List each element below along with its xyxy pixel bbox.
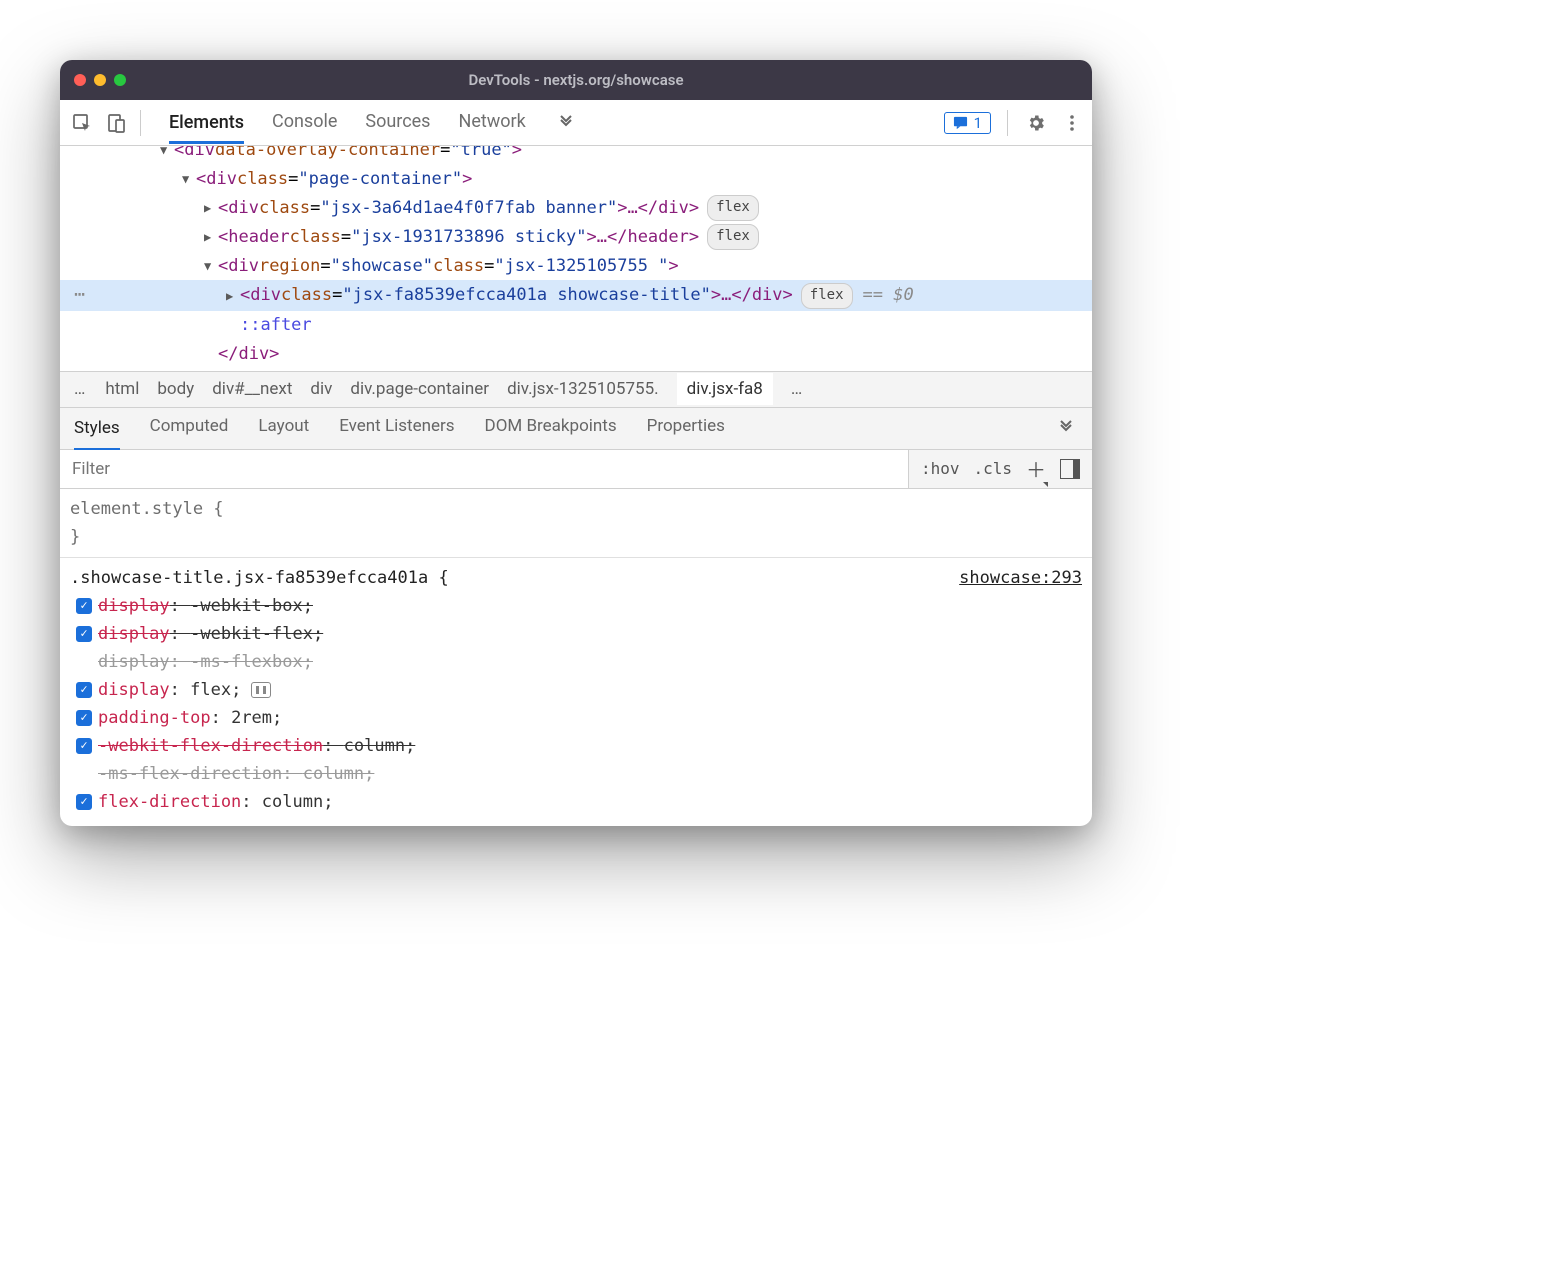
declaration-checkbox[interactable]: ✓ [76,794,92,810]
toggle-computed-sidebar-icon[interactable] [1060,459,1080,479]
row-actions-icon[interactable]: ⋯ [60,280,100,311]
breadcrumb-item[interactable]: body [157,379,194,399]
css-declaration[interactable]: ✓ flex-direction: column; [70,788,1082,816]
window-title: DevTools - nextjs.org/showcase [60,71,1092,89]
css-declaration[interactable]: ✓ display: flex; [70,676,1082,704]
issues-count: 1 [974,114,982,132]
declaration-text[interactable]: -webkit-flex-direction: column; [98,732,415,760]
element-style-close: } [70,523,1082,551]
maximize-window-button[interactable] [114,74,126,86]
declaration-text[interactable]: display: -ms-flexbox; [98,648,313,676]
dom-tree[interactable]: ▼ <div data-overlay-container="true"> ▼ … [60,146,1092,371]
rule-separator [60,557,1092,558]
tab-computed[interactable]: Computed [150,416,229,440]
toggle-hov-button[interactable]: :hov [921,459,960,478]
panel-tabs: Elements Console Sources Network [169,111,938,135]
tab-console[interactable]: Console [272,111,337,134]
dom-node[interactable]: ▶ <header class="jsx-1931733896 sticky">… [60,223,1092,252]
dom-node[interactable]: ▼ <div region="showcase" class="jsx-1325… [60,252,1092,281]
breadcrumb-overflow-right[interactable]: … [791,379,804,399]
breadcrumb-item-active[interactable]: div.jsx-fa8 [677,373,773,405]
separator [1007,110,1008,136]
more-tabs-chevron-icon[interactable] [554,111,578,135]
dom-node-selected[interactable]: ⋯ ▶ <div class="jsx-fa8539efcca401a show… [60,280,1092,311]
declaration-text[interactable]: flex-direction: column; [98,788,333,816]
dom-node[interactable]: ▶ <div class="jsx-3a64d1ae4f0f7fab banne… [60,194,1092,223]
dom-node[interactable]: </div> [60,340,1092,369]
css-declaration[interactable]: ✓ -webkit-flex-direction: column; [70,732,1082,760]
kebab-menu-icon[interactable] [1060,111,1084,135]
flex-editor-icon[interactable] [251,682,271,698]
styles-filter-row: :hov .cls ＋ [60,449,1092,489]
dom-node[interactable]: ::after [60,311,1092,340]
declaration-checkbox[interactable]: ✓ [76,710,92,726]
flex-badge[interactable]: flex [707,224,759,250]
css-declaration[interactable]: ✓ padding-top: 2rem; [70,704,1082,732]
breadcrumb-item[interactable]: html [105,379,139,399]
selected-eq0: == $0 [863,281,914,310]
styles-filter-input[interactable] [60,450,908,488]
styles-body[interactable]: element.style { } .showcase-title.jsx-fa… [60,489,1092,827]
tab-sources[interactable]: Sources [365,111,430,134]
css-declaration[interactable]: ✓display: -ms-flexbox; [70,648,1082,676]
declaration-checkbox[interactable]: ✓ [76,598,92,614]
tab-layout[interactable]: Layout [258,416,309,440]
tab-event-listeners[interactable]: Event Listeners [339,416,454,440]
breadcrumb-item[interactable]: div#__next [212,379,292,399]
traffic-lights [74,74,126,86]
breadcrumb-item[interactable]: div.jsx-1325105755. [507,379,659,399]
breadcrumb-item[interactable]: div.page-container [350,379,489,399]
css-declaration[interactable]: ✓ display: -webkit-flex; [70,620,1082,648]
css-declaration[interactable]: ✓-ms-flex-direction: column; [70,760,1082,788]
flex-badge[interactable]: flex [801,283,853,309]
tab-network[interactable]: Network [458,111,525,134]
dom-breadcrumb[interactable]: … html body div#__next div div.page-cont… [60,371,1092,407]
breadcrumb-overflow-left[interactable]: … [74,379,87,399]
devtools-window: DevTools - nextjs.org/showcase Elements … [60,60,1092,826]
new-style-rule-button[interactable]: ＋ [1026,454,1046,483]
settings-gear-icon[interactable] [1024,111,1048,135]
device-toolbar-icon[interactable] [102,109,130,137]
element-style-open[interactable]: element.style { [70,495,1082,523]
styles-tabs: Styles Computed Layout Event Listeners D… [60,407,1092,449]
separator [140,110,141,136]
css-declaration[interactable]: ✓ display: -webkit-box; [70,592,1082,620]
dom-node[interactable]: ▼ <div data-overlay-container="true"> [60,146,1092,165]
toggle-cls-button[interactable]: .cls [973,459,1012,478]
tab-styles[interactable]: Styles [74,418,120,451]
tab-properties[interactable]: Properties [647,416,725,440]
flex-badge[interactable]: flex [707,195,759,221]
main-toolbar: Elements Console Sources Network 1 [60,100,1092,146]
declaration-text[interactable]: -ms-flex-direction: column; [98,760,374,788]
declaration-checkbox[interactable]: ✓ [76,626,92,642]
styles-filter-controls: :hov .cls ＋ [908,450,1092,488]
declaration-text[interactable]: display: -webkit-flex; [98,620,323,648]
declaration-text[interactable]: display: -webkit-box; [98,592,313,620]
rule-source-link[interactable]: showcase:293 [959,564,1082,592]
minimize-window-button[interactable] [94,74,106,86]
declaration-text[interactable]: padding-top: 2rem; [98,704,282,732]
dom-node[interactable]: ▼ <div class="page-container"> [60,165,1092,194]
declaration-checkbox[interactable]: ✓ [76,682,92,698]
titlebar: DevTools - nextjs.org/showcase [60,60,1092,100]
tab-elements[interactable]: Elements [169,112,244,144]
issues-badge[interactable]: 1 [944,112,991,134]
more-styles-tabs-icon[interactable] [1054,416,1078,440]
inspect-element-icon[interactable] [68,109,96,137]
breadcrumb-item[interactable]: div [310,379,332,399]
tab-dom-breakpoints[interactable]: DOM Breakpoints [485,416,617,440]
declaration-checkbox[interactable]: ✓ [76,738,92,754]
declaration-text[interactable]: display: flex; [98,676,241,704]
rule-selector[interactable]: .showcase-title.jsx-fa8539efcca401a { sh… [70,564,1082,592]
toolbar-right: 1 [944,110,1084,136]
close-window-button[interactable] [74,74,86,86]
